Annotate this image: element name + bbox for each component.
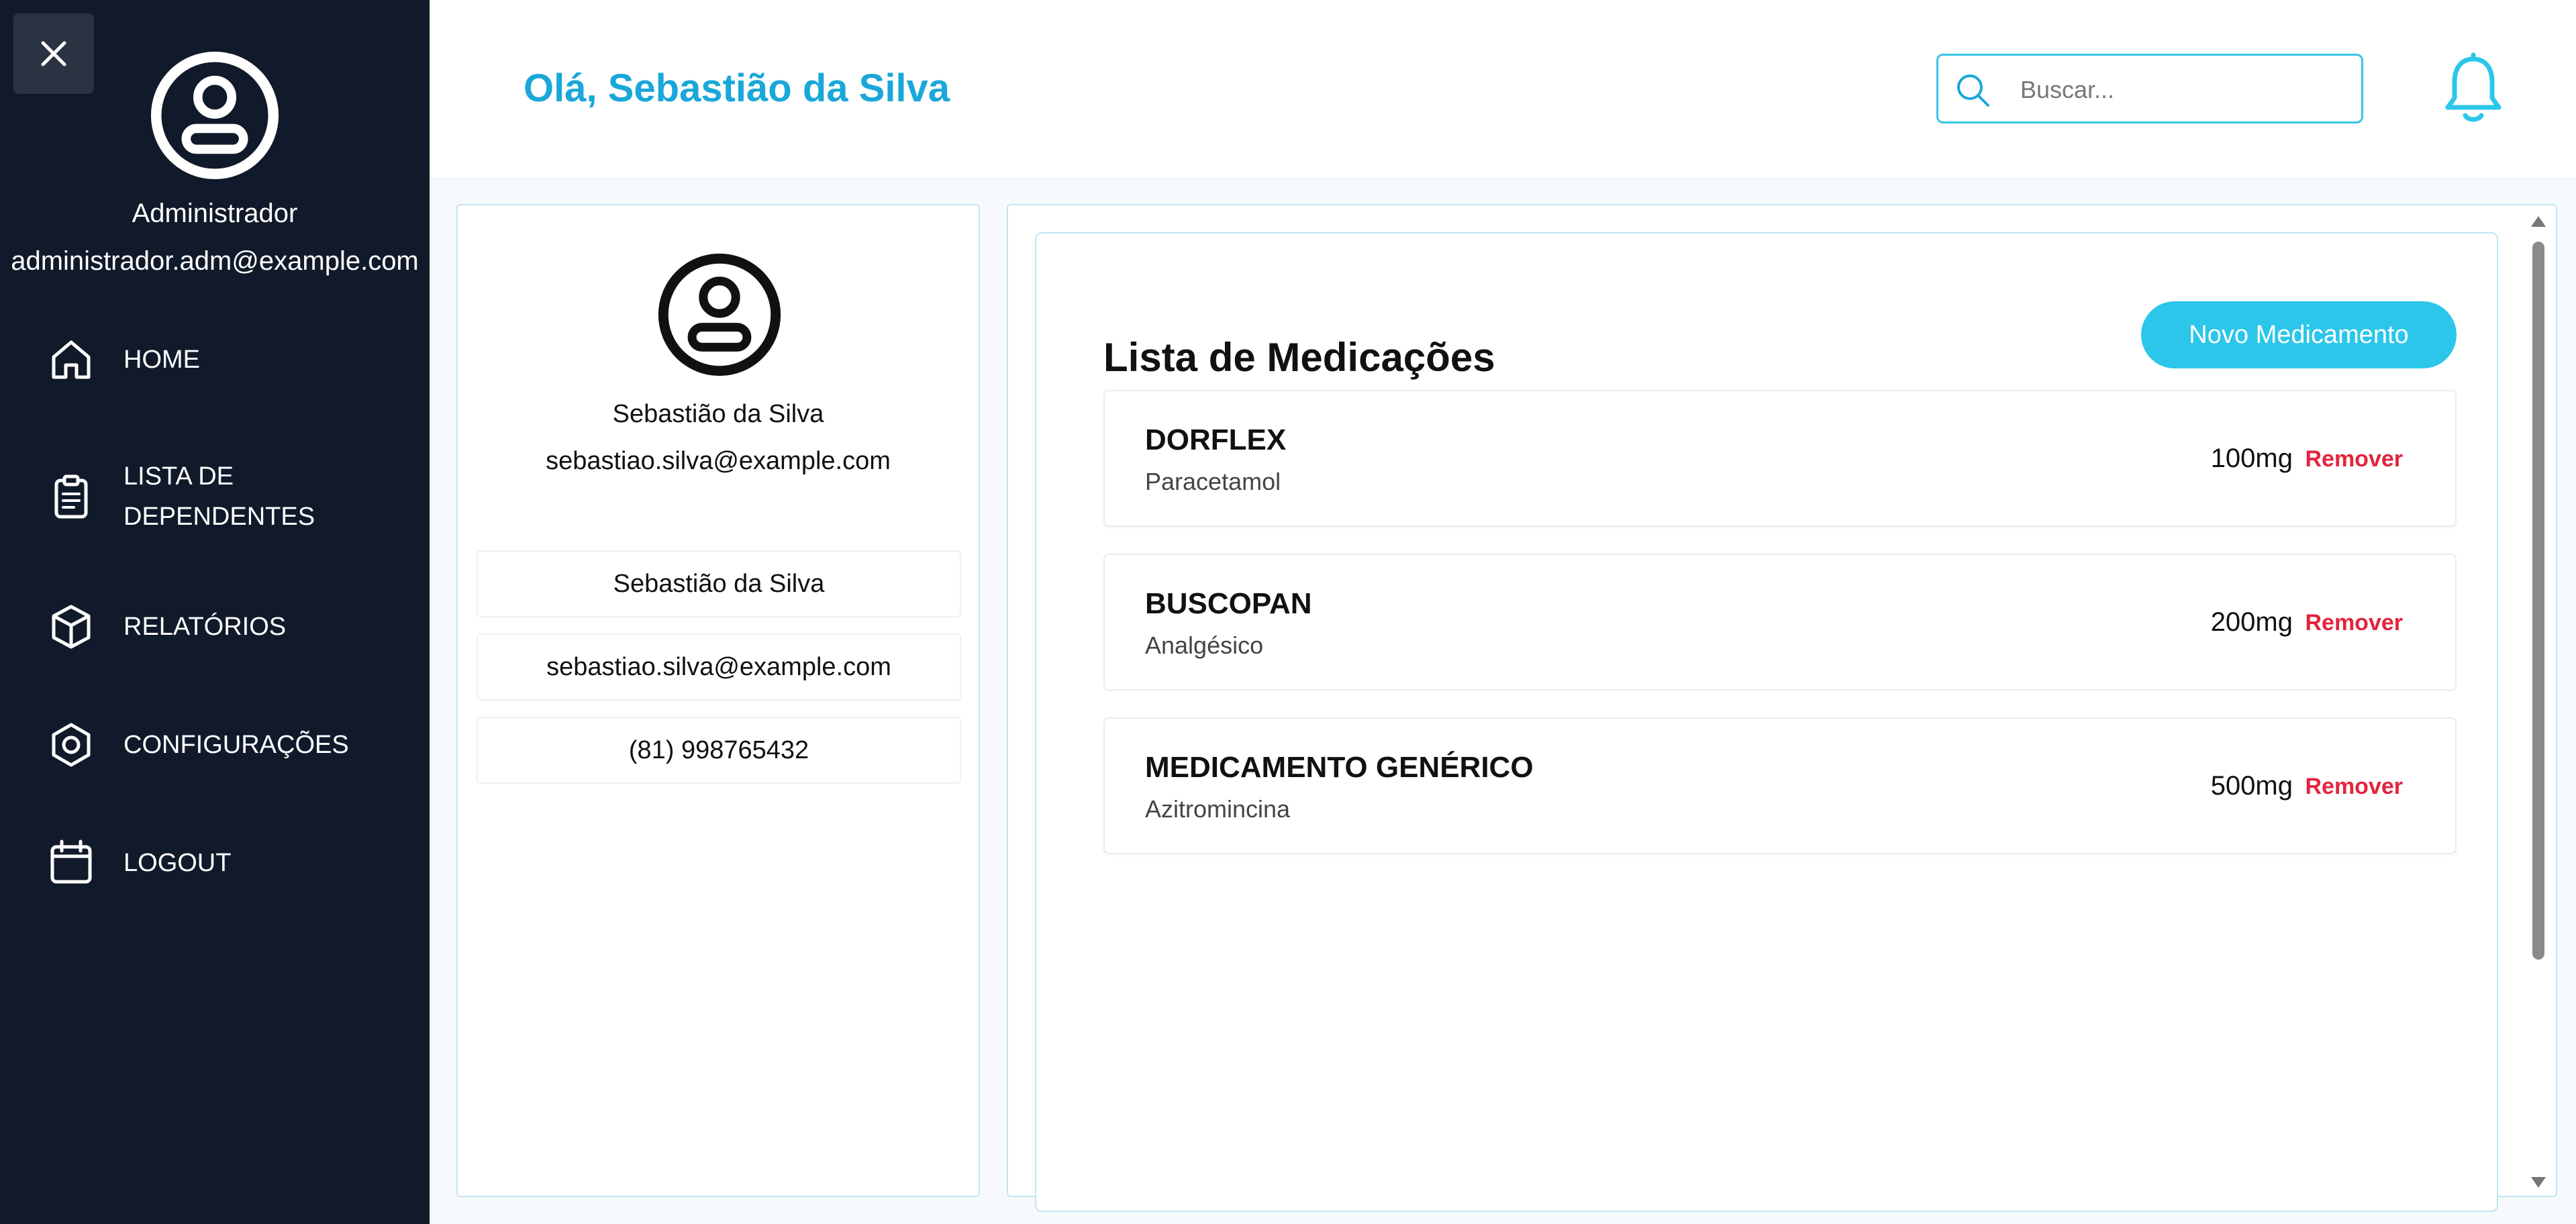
search-input[interactable] [2019, 69, 2344, 111]
greeting-title: Olá, Sebastião da Silva [524, 66, 950, 110]
user-avatar-icon [658, 253, 781, 376]
cube-icon [52, 605, 91, 649]
sidebar-item-label: LOGOUT [123, 849, 232, 877]
medications-panel: Lista de Medicações Novo Medicamento DOR… [1007, 204, 2557, 1212]
close-sidebar-button[interactable] [13, 13, 94, 94]
sidebar-item-label: CONFIGURAÇÕES [123, 731, 349, 759]
profile-name: Sebastião da Silva [612, 400, 824, 428]
medication-item: MEDICAMENTO GENÉRICO Azitromincina 500mg… [1103, 717, 2457, 854]
sidebar-email: administrador.adm@example.com [11, 246, 419, 276]
calendar-icon [50, 839, 92, 884]
medication-item: DORFLEX Paracetamol 100mg Remover [1103, 390, 2457, 527]
sidebar-item-home[interactable]: HOME [47, 336, 423, 384]
medications-card: Lista de Medicações Novo Medicamento DOR… [1035, 232, 2498, 1212]
remove-button[interactable]: Remover [2305, 610, 2403, 636]
sidebar: Administrador administrador.adm@example.… [0, 0, 430, 1224]
scroll-thumb[interactable] [2532, 242, 2544, 960]
search-box[interactable] [1936, 54, 2363, 123]
home-icon [52, 340, 91, 379]
medication-item: BUSCOPAN Analgésico 200mg Remover [1103, 554, 2457, 691]
medications-title: Lista de Medicações [1103, 335, 1495, 380]
medication-name: MEDICAMENTO GENÉRICO [1145, 751, 1534, 784]
scroll-down-arrow-icon[interactable] [2531, 1177, 2546, 1188]
medication-dose: 100mg [2210, 444, 2293, 473]
sidebar-item-configuracoes[interactable]: CONFIGURAÇÕES [47, 721, 423, 769]
sidebar-item-label: RELATÓRIOS [123, 613, 287, 641]
medication-name: BUSCOPAN [1145, 587, 1312, 620]
profile-field-phone: (81) 998765432 [477, 717, 961, 784]
clipboard-icon [54, 474, 88, 519]
bell-icon [2445, 52, 2501, 122]
profile-field-email: sebastiao.silva@example.com [477, 633, 961, 701]
medication-generic: Azitromincina [1145, 795, 1291, 823]
medication-dose: 200mg [2210, 607, 2293, 637]
sidebar-item-dependentes[interactable]: LISTA DE DEPENDENTES [47, 456, 423, 537]
hexagon-settings-icon [52, 723, 91, 767]
vertical-scrollbar[interactable] [2528, 212, 2548, 1192]
remove-button[interactable]: Remover [2305, 446, 2403, 472]
sidebar-item-logout[interactable]: LOGOUT [47, 839, 423, 887]
sidebar-item-label: LISTA DE DEPENDENTES [123, 462, 315, 531]
sidebar-role: Administrador [132, 199, 298, 228]
profile-email: sebastiao.silva@example.com [546, 447, 891, 475]
user-avatar-icon [150, 51, 279, 180]
medication-dose: 500mg [2210, 771, 2293, 801]
top-header: Olá, Sebastião da Silva [430, 0, 2576, 180]
close-icon [41, 41, 66, 66]
profile-card: Sebastião da Silva sebastiao.silva@examp… [456, 204, 980, 1197]
new-medication-button[interactable]: Novo Medicamento [2141, 301, 2457, 368]
remove-button[interactable]: Remover [2305, 774, 2403, 800]
medication-generic: Analgésico [1145, 631, 1264, 659]
medication-generic: Paracetamol [1145, 468, 1281, 495]
profile-field-name: Sebastião da Silva [477, 550, 961, 617]
search-icon [1957, 74, 1989, 107]
sidebar-item-relatorios[interactable]: RELATÓRIOS [47, 603, 423, 651]
scroll-up-arrow-icon[interactable] [2531, 216, 2546, 227]
notifications-button[interactable] [2440, 52, 2507, 126]
medication-name: DORFLEX [1145, 423, 1287, 456]
sidebar-item-label: HOME [123, 346, 200, 374]
